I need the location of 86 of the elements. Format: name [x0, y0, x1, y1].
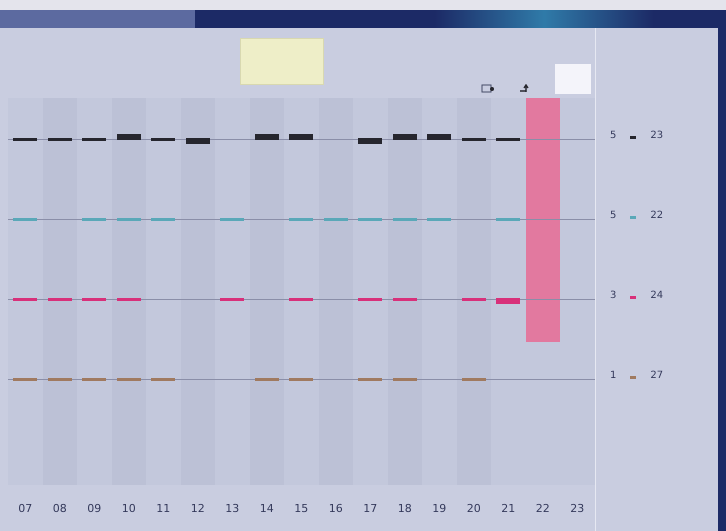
ink-level-bar: [82, 218, 106, 221]
ink-zone[interactable]: [146, 98, 180, 485]
ink-level-bar: [358, 138, 382, 144]
ink-level-bar: [496, 298, 520, 304]
ink-zone[interactable]: [284, 98, 318, 485]
zone-number: 09: [86, 502, 102, 514]
ink-level-bar: [289, 378, 314, 381]
zone-number: 08: [52, 502, 68, 514]
ink-level-bar: [48, 298, 72, 301]
ink-zone[interactable]: [180, 98, 215, 485]
ink-level-bar: [358, 298, 382, 301]
ink-zone[interactable]: [42, 98, 77, 485]
monitor-icon[interactable]: [481, 84, 495, 94]
ink-level-bar: [254, 134, 279, 140]
ink-zone[interactable]: [560, 98, 594, 485]
ink-level-bar: [48, 378, 72, 381]
ink-zone[interactable]: [422, 98, 456, 485]
ink-reading: 5: [610, 130, 616, 141]
ink-level-bar: [151, 138, 176, 141]
ink-level-bar: [13, 298, 38, 301]
ink-level-bar: [358, 378, 382, 381]
arrow-icon[interactable]: [519, 84, 531, 94]
ink-level-bar: [427, 218, 452, 221]
ink-level-bar: [82, 138, 106, 141]
ink-value: 24: [650, 290, 664, 301]
ink-level-bar: [116, 378, 141, 381]
ink-level-bar: [254, 378, 279, 381]
ink-level-bar: [392, 134, 417, 140]
ink-level-bar: [462, 138, 486, 141]
zone-number: 19: [431, 502, 448, 514]
zone-number: 22: [534, 502, 551, 514]
ink-reading: 3: [610, 290, 616, 301]
ink-level-bar: [462, 298, 486, 301]
ink-zone[interactable]: [112, 98, 146, 485]
ink-level-bar: [82, 298, 106, 301]
zone-number: 20: [466, 502, 482, 514]
ink-zone[interactable]: [8, 98, 42, 485]
ink-level-bar: [324, 218, 348, 221]
ink-value: 22: [650, 210, 664, 221]
ink-level-bar: [496, 138, 520, 141]
ink-level-bar: [151, 218, 176, 221]
ink-level-bar: [186, 138, 210, 144]
ink-level-bar: [496, 218, 520, 221]
ink-reading: 1: [610, 370, 616, 381]
ink-level-bar: [116, 298, 141, 301]
ink-zone[interactable]: [250, 98, 284, 485]
ink-level-bar: [13, 138, 38, 141]
ink-level-bar: [220, 218, 244, 221]
ink-value: 23: [650, 130, 664, 141]
ink-level-bar: [427, 134, 452, 140]
ink-zone[interactable]: [388, 98, 422, 485]
zone-number: 18: [396, 502, 413, 514]
zone-number: 12: [190, 502, 206, 514]
ink-level-bar: [48, 138, 72, 141]
ink-level-bar: [82, 378, 106, 381]
ink-level-bar: [289, 218, 314, 221]
ink-zone[interactable]: [353, 98, 388, 485]
ink-level-bar: [392, 218, 417, 221]
zone-number: 23: [569, 502, 586, 514]
ink-zone[interactable]: [77, 98, 112, 485]
option-panel[interactable]: [555, 64, 591, 94]
ink-level-bar: [289, 134, 314, 140]
zone-number: 11: [155, 502, 172, 514]
zone-number: 16: [328, 502, 344, 514]
ink-reading: 5: [610, 210, 616, 221]
ink-level-bar: [462, 378, 486, 381]
zone-number: 14: [258, 502, 275, 514]
ink-level-bar: [220, 298, 244, 301]
zone-number: 07: [17, 502, 34, 514]
zone-number: 17: [362, 502, 378, 514]
zone-number: 21: [500, 502, 516, 514]
ink-level-bar: [289, 298, 314, 301]
ink-zone[interactable]: [318, 98, 353, 485]
ink-level-bar: [392, 378, 417, 381]
ink-level-bar: [151, 378, 176, 381]
zone-number: 15: [293, 502, 310, 514]
ink-level-bar: [13, 218, 38, 221]
ink-level-bar: [13, 378, 38, 381]
ink-value: 27: [650, 370, 664, 381]
zone-number: 10: [120, 502, 137, 514]
ink-level-bar: [392, 298, 417, 301]
ink-level-bar: [116, 218, 141, 221]
ink-zone[interactable]: [215, 98, 250, 485]
ink-level-bar: [358, 218, 382, 221]
zone-number: 13: [224, 502, 240, 514]
ink-level-bar: [116, 134, 141, 140]
